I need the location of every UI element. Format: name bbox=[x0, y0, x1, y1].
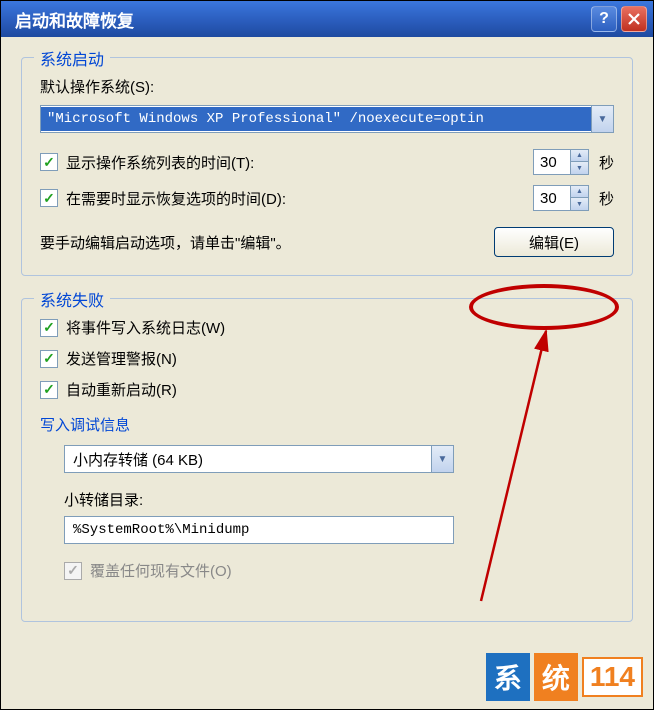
edit-hint-label: 要手动编辑启动选项，请单击"编辑"。 bbox=[40, 232, 494, 253]
dump-dir-input[interactable]: %SystemRoot%\Minidump bbox=[64, 516, 454, 544]
spinner-up-icon[interactable]: ▲ bbox=[571, 186, 588, 198]
os-list-seconds-spinner[interactable]: 30 ▲ ▼ bbox=[533, 149, 589, 175]
spinner-buttons: ▲ ▼ bbox=[570, 186, 588, 210]
edit-button[interactable]: 编辑(E) bbox=[494, 227, 614, 257]
spinner-down-icon[interactable]: ▼ bbox=[571, 162, 588, 174]
overwrite-row: ✓ 覆盖任何现有文件(O) bbox=[64, 560, 614, 581]
send-alert-checkbox[interactable]: ✓ bbox=[40, 350, 58, 368]
dropdown-arrow-icon[interactable]: ▼ bbox=[431, 446, 453, 472]
seconds-unit: 秒 bbox=[599, 152, 614, 173]
system-startup-title: 系统启动 bbox=[34, 46, 110, 70]
auto-restart-checkbox[interactable]: ✓ bbox=[40, 381, 58, 399]
dump-type-value: 小内存转储 (64 KB) bbox=[65, 449, 431, 470]
overwrite-checkbox: ✓ bbox=[64, 562, 82, 580]
recovery-seconds-value: 30 bbox=[534, 190, 570, 207]
spinner-buttons: ▲ ▼ bbox=[570, 150, 588, 174]
write-event-row: ✓ 将事件写入系统日志(W) bbox=[40, 317, 614, 338]
show-os-list-checkbox[interactable]: ✓ bbox=[40, 153, 58, 171]
overwrite-label: 覆盖任何现有文件(O) bbox=[90, 560, 232, 581]
show-os-list-label: 显示操作系统列表的时间(T): bbox=[66, 152, 533, 173]
watermark-b: 统 bbox=[534, 653, 578, 701]
system-failure-title: 系统失败 bbox=[34, 287, 110, 311]
watermark-c: 114 bbox=[582, 657, 643, 697]
send-alert-label: 发送管理警报(N) bbox=[66, 348, 177, 369]
recovery-seconds-spinner[interactable]: 30 ▲ ▼ bbox=[533, 185, 589, 211]
send-alert-row: ✓ 发送管理警报(N) bbox=[40, 348, 614, 369]
show-recovery-row: ✓ 在需要时显示恢复选项的时间(D): 30 ▲ ▼ 秒 bbox=[40, 185, 614, 211]
close-button[interactable] bbox=[621, 6, 647, 32]
window-title: 启动和故障恢复 bbox=[15, 7, 591, 32]
default-os-label: 默认操作系统(S): bbox=[40, 76, 614, 97]
write-event-checkbox[interactable]: ✓ bbox=[40, 319, 58, 337]
show-os-list-row: ✓ 显示操作系统列表的时间(T): 30 ▲ ▼ 秒 bbox=[40, 149, 614, 175]
spinner-up-icon[interactable]: ▲ bbox=[571, 150, 588, 162]
dialog-window: 启动和故障恢复 ? 系统启动 默认操作系统(S): "Microsoft Win… bbox=[0, 0, 654, 710]
write-event-label: 将事件写入系统日志(W) bbox=[66, 317, 225, 338]
titlebar: 启动和故障恢复 ? bbox=[1, 1, 653, 37]
auto-restart-row: ✓ 自动重新启动(R) bbox=[40, 379, 614, 400]
dialog-content: 系统启动 默认操作系统(S): "Microsoft Windows XP Pr… bbox=[1, 37, 653, 622]
watermark: 系 统 114 bbox=[486, 653, 643, 701]
watermark-a: 系 bbox=[486, 653, 530, 701]
titlebar-buttons: ? bbox=[591, 6, 647, 32]
show-recovery-label: 在需要时显示恢复选项的时间(D): bbox=[66, 188, 533, 209]
dropdown-arrow-icon[interactable]: ▼ bbox=[591, 106, 613, 132]
dump-type-select[interactable]: 小内存转储 (64 KB) ▼ bbox=[64, 445, 454, 473]
edit-row: 要手动编辑启动选项，请单击"编辑"。 编辑(E) bbox=[40, 227, 614, 257]
seconds-unit: 秒 bbox=[599, 188, 614, 209]
show-recovery-checkbox[interactable]: ✓ bbox=[40, 189, 58, 207]
spinner-down-icon[interactable]: ▼ bbox=[571, 198, 588, 210]
close-icon bbox=[628, 13, 640, 25]
auto-restart-label: 自动重新启动(R) bbox=[66, 379, 177, 400]
default-os-select[interactable]: "Microsoft Windows XP Professional" /noe… bbox=[40, 105, 614, 133]
os-list-seconds-value: 30 bbox=[534, 154, 570, 171]
debug-info-title: 写入调试信息 bbox=[40, 414, 614, 435]
help-button[interactable]: ? bbox=[591, 6, 617, 32]
dump-dir-label: 小转储目录: bbox=[64, 489, 614, 510]
system-failure-group: 系统失败 ✓ 将事件写入系统日志(W) ✓ 发送管理警报(N) ✓ 自动重新启动… bbox=[21, 298, 633, 622]
system-startup-group: 系统启动 默认操作系统(S): "Microsoft Windows XP Pr… bbox=[21, 57, 633, 276]
default-os-value: "Microsoft Windows XP Professional" /noe… bbox=[41, 107, 591, 131]
